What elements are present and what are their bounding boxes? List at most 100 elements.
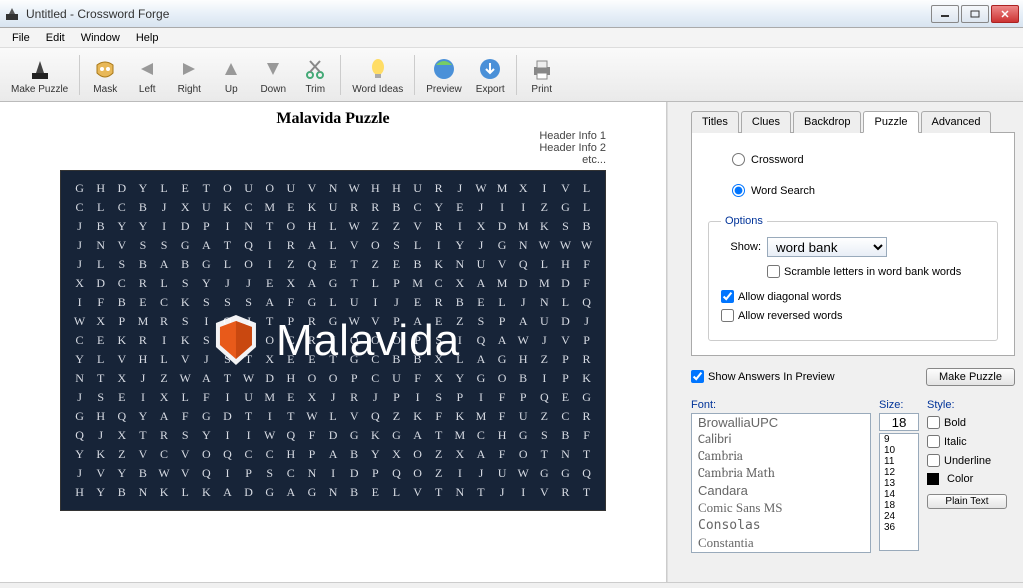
font-option[interactable]: Constantia (692, 534, 870, 552)
italic-checkbox[interactable] (927, 435, 940, 448)
grid-cell: H (90, 407, 111, 426)
grid-cell: V (111, 350, 132, 369)
grid-cell: J (576, 312, 597, 331)
grid-cell: G (492, 236, 513, 255)
left-button[interactable]: Left (127, 53, 167, 97)
grid-cell: T (428, 426, 449, 445)
grid-cell: C (69, 331, 90, 350)
tab-clues[interactable]: Clues (741, 111, 791, 133)
down-button[interactable]: Down (253, 53, 293, 97)
grid-cell: E (428, 312, 449, 331)
grid-cell: Z (154, 369, 175, 388)
preview-scrollbar[interactable] (667, 102, 683, 582)
underline-checkbox[interactable] (927, 454, 940, 467)
make-puzzle-button[interactable]: Make Puzzle (926, 368, 1015, 386)
size-option[interactable]: 14 (880, 489, 918, 500)
word-ideas-button[interactable]: Word Ideas (346, 53, 409, 97)
menu-help[interactable]: Help (128, 30, 167, 46)
size-input[interactable] (879, 413, 919, 431)
show-select[interactable]: word bank (767, 237, 887, 257)
grid-cell: P (344, 369, 365, 388)
tab-puzzle[interactable]: Puzzle (863, 111, 918, 133)
grid-cell: Q (576, 293, 597, 312)
grid-cell: W (513, 331, 534, 350)
bold-checkbox[interactable] (927, 416, 940, 429)
tab-backdrop[interactable]: Backdrop (793, 111, 861, 133)
font-option[interactable]: Comic Sans MS (692, 499, 870, 517)
grid-cell: X (386, 445, 407, 464)
menu-window[interactable]: Window (73, 30, 128, 46)
grid-cell: I (259, 255, 280, 274)
menu-file[interactable]: File (4, 30, 38, 46)
grid-cell: K (111, 331, 132, 350)
right-icon (175, 55, 203, 83)
plain-text-button[interactable]: Plain Text (927, 494, 1007, 509)
mask-button[interactable]: Mask (85, 53, 125, 97)
font-option[interactable]: Candara (692, 482, 870, 499)
font-option[interactable]: Calibri (692, 431, 870, 448)
style-header: Style: (927, 399, 1007, 411)
grid-cell: K (449, 407, 470, 426)
grid-cell: G (386, 426, 407, 445)
grid-cell: H (90, 179, 111, 198)
grid-cell: T (576, 483, 597, 502)
grid-cell: Z (534, 350, 555, 369)
font-option[interactable]: Cambria (692, 448, 870, 465)
grid-cell: B (407, 350, 428, 369)
grid-cell: G (513, 426, 534, 445)
grid-cell: Z (111, 445, 132, 464)
color-swatch[interactable] (927, 473, 939, 485)
size-option[interactable]: 24 (880, 511, 918, 522)
underline-label: Underline (944, 455, 991, 467)
crossword-radio[interactable] (732, 153, 745, 166)
close-button[interactable] (991, 5, 1019, 23)
diagonal-checkbox[interactable] (721, 290, 734, 303)
scramble-checkbox[interactable] (767, 265, 780, 278)
maximize-button[interactable] (961, 5, 989, 23)
grid-cell: G (470, 369, 491, 388)
grid-cell: O (407, 445, 428, 464)
size-option[interactable]: 9 (880, 434, 918, 445)
export-button[interactable]: Export (470, 53, 511, 97)
grid-cell: D (238, 483, 259, 502)
grid-cell: K (407, 407, 428, 426)
down-label: Down (260, 84, 286, 95)
grid-cell: X (449, 445, 470, 464)
show-answers-checkbox[interactable] (691, 370, 704, 383)
tab-advanced[interactable]: Advanced (921, 111, 992, 133)
font-list[interactable]: BrowalliaUPCCalibriCambriaCambria MathCa… (691, 413, 871, 553)
grid-cell: O (492, 369, 513, 388)
minimize-button[interactable] (931, 5, 959, 23)
size-list[interactable]: 91011121314182436 (879, 433, 919, 551)
italic-label: Italic (944, 436, 967, 448)
font-option[interactable]: BrowalliaUPC (692, 414, 870, 431)
grid-cell: K (217, 198, 238, 217)
up-button[interactable]: Up (211, 53, 251, 97)
wordsearch-radio[interactable] (732, 184, 745, 197)
mask-label: Mask (93, 84, 117, 95)
grid-cell: X (470, 217, 491, 236)
size-option[interactable]: 12 (880, 467, 918, 478)
font-option[interactable]: Corbel (692, 552, 870, 553)
grid-cell: C (154, 293, 175, 312)
print-button[interactable]: Print (522, 53, 562, 97)
font-option[interactable]: Cambria Math (692, 465, 870, 482)
tab-titles[interactable]: Titles (691, 111, 739, 133)
grid-cell: G (344, 426, 365, 445)
font-option[interactable]: Consolas (692, 517, 870, 534)
menu-edit[interactable]: Edit (38, 30, 73, 46)
preview-button[interactable]: Preview (420, 53, 468, 97)
size-option[interactable]: 13 (880, 478, 918, 489)
size-option[interactable]: 36 (880, 522, 918, 533)
grid-cell: L (90, 255, 111, 274)
trim-button[interactable]: Trim (295, 53, 335, 97)
size-option[interactable]: 18 (880, 500, 918, 511)
grid-cell: V (534, 483, 555, 502)
make-puzzle-button[interactable]: Make Puzzle (5, 53, 74, 97)
size-option[interactable]: 10 (880, 445, 918, 456)
grid-cell: I (492, 198, 513, 217)
grid-cell: A (407, 426, 428, 445)
size-option[interactable]: 11 (880, 456, 918, 467)
right-button[interactable]: Right (169, 53, 209, 97)
reversed-checkbox[interactable] (721, 309, 734, 322)
